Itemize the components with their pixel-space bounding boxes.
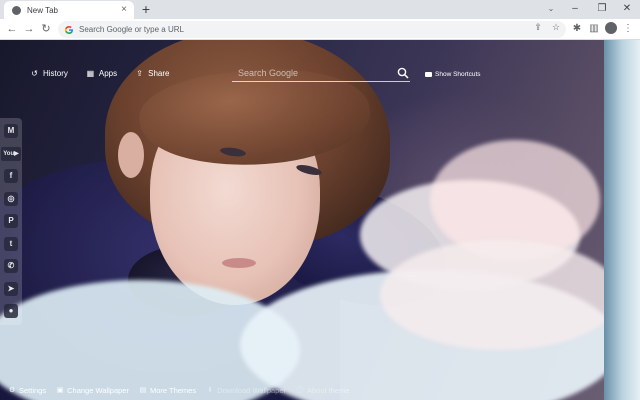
tab-close-icon[interactable]: × [118,4,130,16]
new-tab-favicon-icon [12,5,21,15]
tab-search-chevron-icon[interactable]: ⌄ [544,0,558,19]
history-link[interactable]: ↺ History [30,69,68,78]
about-theme-button[interactable]: ⓘ About theme [296,386,350,395]
omnibox-placeholder: Search Google or type a URL [79,25,184,34]
new-tab-page: ↺ History ▦ Apps ⇪ Share Show Shortcuts … [0,40,640,400]
gear-icon: ⚙ [8,386,16,394]
top-nav: ↺ History ▦ Apps ⇪ Share [30,69,169,78]
forward-button[interactable]: → [21,21,37,37]
shortcuts-icon [425,72,432,77]
history-icon: ↺ [31,69,38,78]
twitter-icon[interactable]: t [4,236,18,251]
telegram-icon[interactable]: ➤ [4,281,18,296]
omnibox[interactable]: Search Google or type a URL [58,21,566,38]
wallpaper-icon: ▣ [56,386,64,394]
close-window-button[interactable]: ✕ [614,0,640,19]
info-icon: ⓘ [296,386,304,394]
share-link[interactable]: ⇪ Share [135,69,169,78]
download-wallpaper-label: Download Wallpaper [217,386,287,395]
reddit-icon[interactable]: ● [4,304,18,319]
whatsapp-icon[interactable]: ✆ [4,259,18,274]
share-page-icon[interactable]: ⇪ [531,21,545,34]
tab-new-tab[interactable]: New Tab × [4,1,134,19]
extensions-icon[interactable]: ✱ [569,21,585,37]
tab-strip: New Tab × + ⌄ – ❐ ✕ [0,0,640,19]
back-button[interactable]: ← [4,21,20,37]
apps-label: Apps [98,69,118,78]
tab-title: New Tab [27,5,58,15]
download-wallpaper-button[interactable]: ⬇ Download Wallpaper [206,386,286,395]
themes-icon: ▤ [139,386,147,394]
history-label: History [43,69,68,78]
more-themes-button[interactable]: ▤ More Themes [139,386,196,395]
gmail-icon[interactable]: M [4,124,18,139]
chrome-menu-icon[interactable]: ⋮ [620,21,636,37]
search-input[interactable] [232,67,396,78]
more-themes-label: More Themes [149,386,197,395]
change-wallpaper-label: Change Wallpaper [67,386,129,395]
side-panel-icon[interactable]: ▥ [586,21,602,37]
share-label: Share [148,69,170,78]
apps-grid-icon: ▦ [86,69,95,78]
facebook-icon[interactable]: f [4,169,18,184]
show-shortcuts-button[interactable]: Show Shortcuts [425,71,481,78]
show-shortcuts-label: Show Shortcuts [435,71,481,78]
apps-link[interactable]: ▦ Apps [86,69,118,78]
google-g-icon [64,25,73,34]
download-icon: ⬇ [207,386,214,394]
restore-button[interactable]: ❐ [589,0,615,19]
settings-label: Settings [19,386,47,395]
instagram-icon[interactable]: ◎ [4,191,18,206]
browser-toolbar: ← → ↻ Search Google or type a URL ⇪ ☆ ✱ … [0,19,640,40]
minimize-button[interactable]: – [562,0,588,19]
settings-button[interactable]: ⚙ Settings [8,386,46,395]
profile-avatar[interactable] [605,22,617,34]
bookmark-star-icon[interactable]: ☆ [549,21,563,34]
youtube-icon[interactable]: You▶ [1,146,21,161]
change-wallpaper-button[interactable]: ▣ Change Wallpaper [56,386,129,395]
reload-button[interactable]: ↻ [38,21,54,37]
search-icon[interactable] [396,66,410,80]
pinterest-icon[interactable]: P [4,214,18,229]
about-theme-label: About theme [307,386,350,395]
bottom-bar: ⚙ Settings ▣ Change Wallpaper ▤ More The… [0,381,640,400]
social-sidebar: M You▶ f ◎ P t ✆ ➤ ● [0,118,22,325]
google-search-box [232,64,410,82]
new-tab-button[interactable]: + [140,2,152,16]
share-icon: ⇪ [136,69,143,78]
